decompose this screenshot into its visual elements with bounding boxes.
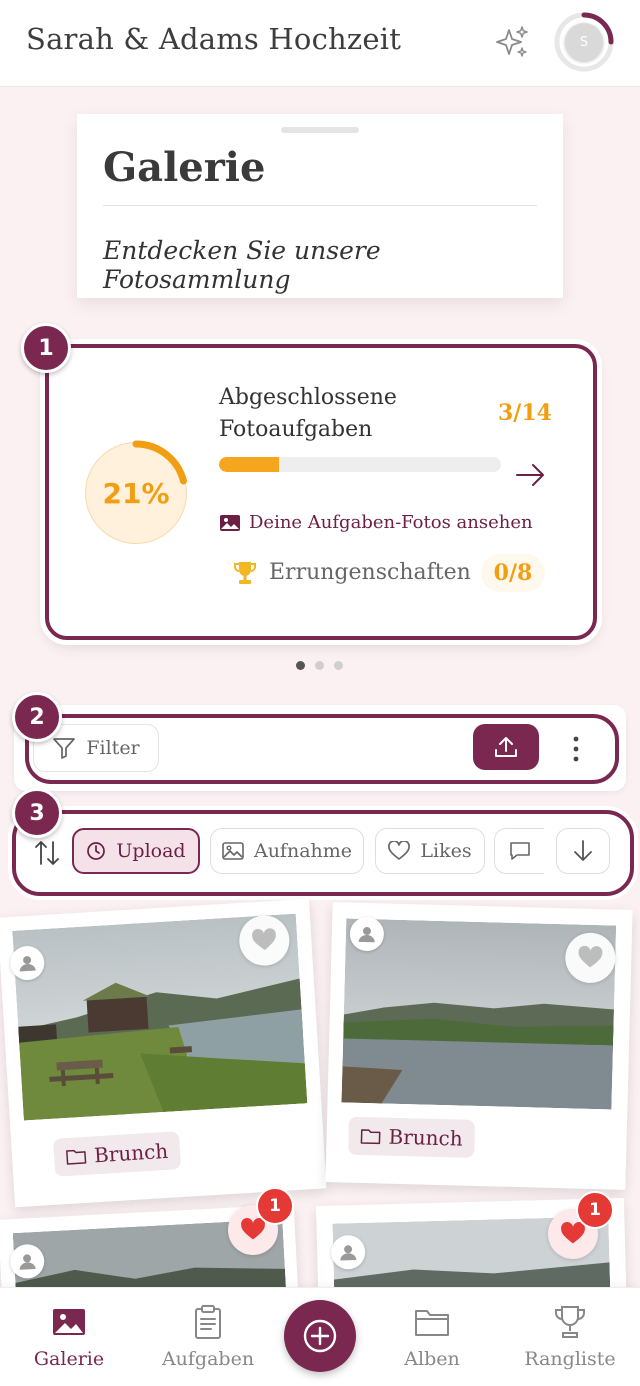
nav-label: Rangliste (524, 1348, 616, 1370)
avatar[interactable]: S (565, 23, 603, 61)
sort-chip-likes[interactable]: Likes (375, 828, 485, 874)
task-photos-link[interactable]: Deine Aufgaben-Fotos ansehen (219, 512, 533, 533)
photo-card[interactable]: Brunch (0, 898, 327, 1208)
sort-chip-label: Likes (420, 840, 472, 862)
page-subtitle: Entdecken Sie unsere Fotosammlung (103, 236, 381, 294)
nav-item-galerie[interactable]: Galerie (26, 1288, 112, 1386)
user-icon (19, 956, 36, 972)
nav-item-aufgaben[interactable]: Aufgaben (160, 1288, 256, 1386)
nav-item-rangliste[interactable]: Rangliste (520, 1288, 620, 1386)
divider (103, 205, 537, 206)
clipboard-icon (195, 1305, 221, 1339)
arrow-down-icon (574, 840, 592, 861)
page-title: Galerie (103, 144, 266, 191)
sort-chip-comments[interactable] (494, 828, 544, 874)
upload-icon (495, 737, 517, 757)
image-icon (222, 842, 244, 860)
tour-badge-1: 1 (21, 323, 71, 373)
filter-icon (53, 738, 76, 759)
achievements-label: Errungenschaften (269, 560, 471, 585)
sort-bar: Upload Aufnahme Likes (12, 810, 634, 896)
sort-chip-label: Aufnahme (253, 840, 353, 862)
progress-percent: 21% (102, 476, 170, 510)
like-count-badge: 1 (576, 1191, 614, 1229)
task-progress-card[interactable]: 21% Abgeschlossene Fotoaufgaben 3/14 Dei… (45, 344, 597, 640)
filter-label: Filter (86, 737, 140, 759)
more-options-icon[interactable] (569, 734, 583, 764)
folder-icon (66, 1149, 87, 1165)
carousel-dots (296, 661, 343, 670)
user-icon (340, 1245, 357, 1261)
upload-button[interactable] (473, 724, 539, 770)
scroll-down-button[interactable] (556, 828, 610, 874)
heart-outline-icon (388, 841, 411, 860)
nav-label: Aufgaben (161, 1348, 255, 1370)
sort-chip-label: Upload (116, 840, 186, 862)
tour-badge-3: 3 (12, 788, 62, 838)
nav-label: Alben (404, 1348, 460, 1370)
clock-icon (87, 842, 106, 860)
sort-direction-icon[interactable] (32, 838, 62, 868)
heart-filled-icon (561, 1222, 585, 1244)
trophy-icon (234, 562, 256, 584)
heart-icon (252, 928, 276, 950)
heart-filled-icon (241, 1218, 265, 1240)
carousel-dot[interactable] (334, 661, 343, 670)
user-icon (19, 1254, 36, 1270)
folder-icon (415, 1310, 449, 1336)
tour-badge-2: 2 (12, 692, 62, 742)
app-title: Sarah & Adams Hochzeit (26, 22, 402, 56)
nav-label: Galerie (33, 1348, 105, 1370)
folder-icon (360, 1129, 381, 1145)
drag-handle[interactable] (281, 127, 359, 133)
add-photo-button[interactable] (284, 1300, 356, 1372)
arrow-right-icon[interactable] (515, 460, 547, 490)
task-photos-link-label: Deine Aufgaben-Fotos ansehen (249, 512, 533, 533)
album-tag-label: Brunch (93, 1138, 169, 1168)
user-icon (358, 927, 375, 943)
gallery-icon (53, 1309, 85, 1335)
album-tag[interactable]: Brunch (53, 1131, 182, 1177)
album-tag[interactable]: Brunch (348, 1116, 476, 1158)
heart-icon (578, 945, 603, 968)
gallery-title-card: Galerie Entdecken Sie unsere Fotosammlun… (77, 114, 563, 298)
app-header: Sarah & Adams Hochzeit S (0, 0, 640, 87)
gallery-toolbar: Filter (25, 714, 619, 784)
bottom-navigation: Galerie Aufgaben Alben Rangliste (0, 1287, 640, 1386)
progress-ring: 21% (81, 438, 191, 548)
sort-chip-upload[interactable]: Upload (72, 828, 200, 874)
progress-bar-fill (219, 457, 280, 472)
plus-circle-icon (303, 1319, 337, 1353)
tasks-count: 3/14 (498, 400, 552, 426)
progress-bar (219, 457, 501, 472)
carousel-dot[interactable] (315, 661, 324, 670)
album-tag-label: Brunch (388, 1124, 463, 1151)
tasks-title: Abgeschlossene Fotoaufgaben (219, 385, 397, 442)
carousel-dot[interactable] (296, 661, 305, 670)
sort-chip-aufnahme[interactable]: Aufnahme (210, 828, 364, 874)
achievements-count: 0/8 (481, 554, 545, 592)
like-count-badge: 1 (256, 1187, 294, 1225)
comment-icon (509, 842, 530, 860)
image-icon (220, 514, 240, 531)
sparkle-icon[interactable] (494, 24, 530, 60)
trophy-icon (555, 1306, 585, 1338)
nav-item-alben[interactable]: Alben (392, 1288, 472, 1386)
photo-card[interactable]: Brunch (325, 902, 633, 1190)
